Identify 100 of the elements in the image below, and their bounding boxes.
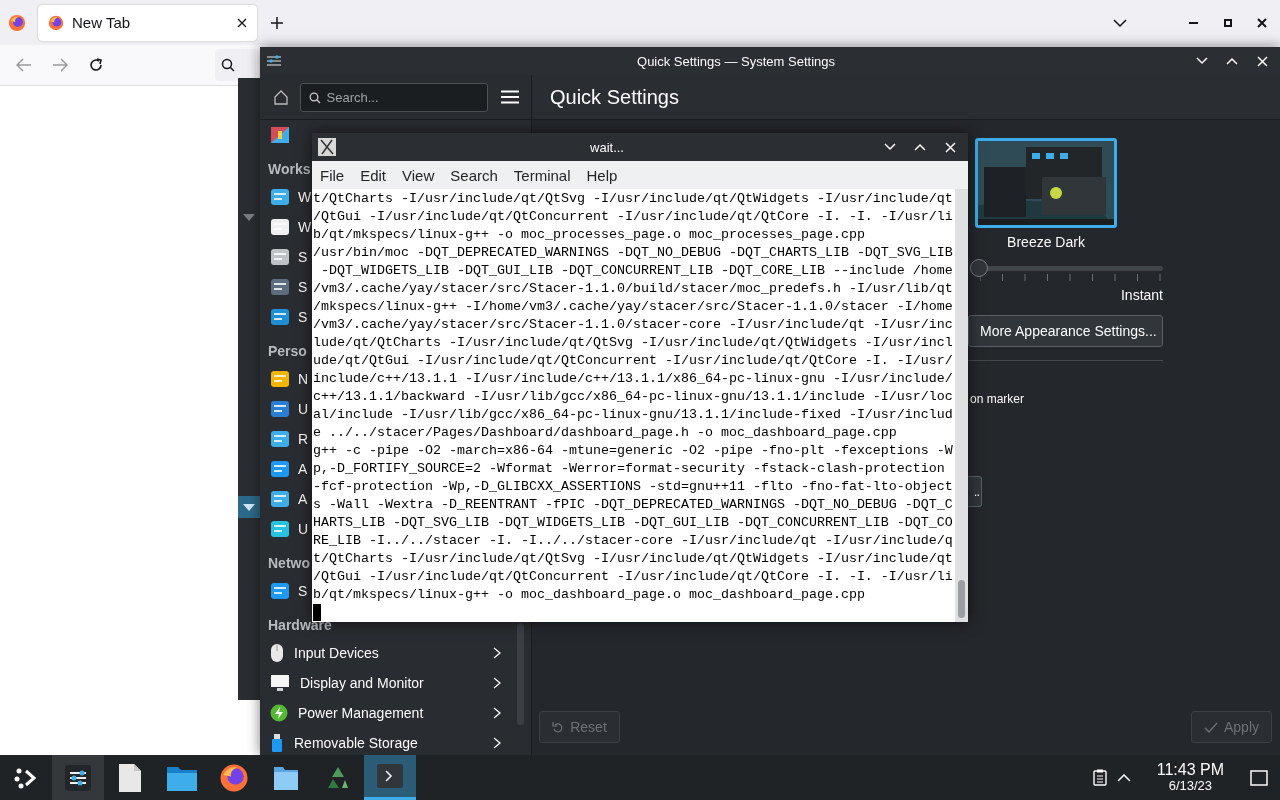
back-arrow-icon (16, 58, 32, 72)
chevron-down-icon (884, 143, 896, 151)
category-icon (270, 278, 290, 296)
sliders-icon (64, 763, 92, 792)
sidebar-item[interactable]: A (260, 484, 308, 514)
sidebar-item[interactable]: Removable Storage (260, 728, 531, 755)
dropdown-button[interactable] (238, 496, 260, 518)
firefox-icon (219, 762, 249, 793)
sidebar-item[interactable]: W (260, 182, 312, 212)
caret-up-icon[interactable] (1116, 773, 1131, 782)
check-icon (1204, 721, 1218, 733)
category-icon (270, 400, 290, 418)
terminal-line: -DQT_WIDGETS_LIB -DQT_GUI_LIB -DQT_CONCURRENT_LIB -DQT_CORE_LIB --include /home (320, 262, 954, 280)
terminal-line: t/QtCharts -I/usr/include/qt/QtSvg -I/usr/include/qt/QtWidgets -I/usr/include/qt (313, 550, 954, 568)
terminal-line: HARTS_LIB -DQT_SVG_LIB -DQT_WIDGETS_LIB -DQT_GUI_LIB -DQT_CONCURRENT_LIB -DQT_CO (313, 514, 954, 532)
show-desktop-icon[interactable] (1250, 769, 1268, 786)
menu-icon (501, 90, 520, 104)
firefox-icon (8, 13, 26, 32)
sidebar-item[interactable]: N (260, 364, 309, 394)
terminal-line: -fcf-protection -Wp,-D_GLIBCXX_ASSERTIONS -std=gnu++11 -flto -fno-fat-lto-object (313, 478, 954, 496)
plus-icon (270, 15, 284, 30)
scrollbar[interactable] (517, 623, 524, 725)
scrollbar-thumb[interactable] (958, 580, 965, 618)
terminal-line: s -Wall -Wextra -D_REENTRANT -fPIC -DQT_DEPRECATED_WARNINGS -DQT_NO_DEBUG -DQT_C (313, 496, 954, 514)
close-icon (944, 141, 956, 153)
terminal-line: ude/qt/QtGui -I/usr/include/qt/QtConcurrent -I/usr/include/qt/QtCore -I. -I/usr/ (313, 352, 954, 370)
sidebar-item[interactable]: A (260, 454, 308, 484)
sidebar-item[interactable]: U (260, 394, 309, 424)
document-icon (118, 762, 142, 793)
browser-tab[interactable]: New Tab (38, 4, 257, 41)
sidebar-item[interactable]: U (260, 514, 309, 544)
slider-thumb[interactable] (970, 259, 988, 277)
lightning-icon (270, 704, 288, 722)
terminal-line: /QtGui -I/usr/include/qt/QtConcurrent -I/usr/include/qt/QtCore -I. -I. -I/usr/li (313, 568, 954, 586)
caret-down-icon (243, 213, 255, 221)
terminal-line: e ../../stacer/Pages/Dashboard/dashboard_page.h -o moc_dashboard_page.cpp (313, 424, 898, 442)
sidebar-item[interactable]: Power Management (260, 698, 531, 728)
chevron-up-icon (914, 143, 926, 151)
sliders-icon (266, 54, 282, 68)
option-button[interactable]: .. (968, 476, 982, 507)
terminal-line: /vm3/.cache/yay/stacer/src/Stacer-1.1.0/stacer-core -I/usr/include/qt -I/usr/inc (313, 316, 954, 334)
home-icon (272, 89, 289, 105)
url-field[interactable] (215, 49, 256, 81)
page-title: Quick Settings (532, 75, 1280, 120)
caret-down-icon (243, 503, 255, 511)
menu-item[interactable]: Terminal (507, 166, 577, 184)
category-icon (270, 370, 290, 388)
close-icon[interactable] (237, 17, 247, 28)
section-heading: Netwo (267, 554, 311, 572)
category-icon (270, 582, 290, 600)
sidebar-item[interactable]: R (260, 424, 309, 454)
close-icon (1257, 17, 1267, 28)
sidebar-item[interactable]: S (260, 302, 308, 332)
clock[interactable]: 11:43 PM 6/13/23 (1140, 761, 1240, 794)
sidebar-item[interactable]: S (260, 576, 308, 606)
slider-track[interactable] (968, 258, 1163, 280)
setting-label: on marker (970, 392, 1026, 406)
undo-icon (552, 721, 565, 733)
taskbar-button[interactable] (52, 755, 104, 800)
section-heading: Hardware (267, 616, 333, 634)
terminal-line: al/include -I/usr/lib/gcc/x86_64-pc-linux-gnu/13.1.1/include-fixed -I/usr/includ (313, 406, 954, 424)
clipboard-icon[interactable] (1092, 769, 1107, 786)
category-icon (270, 430, 290, 448)
search-field[interactable]: Search... (299, 82, 488, 112)
theme-name: Breeze Dark (1006, 234, 1086, 250)
terminal-line: /mkspecs/linux-g++ -I/home/vm3/.cache/yay/stacer/src/Stacer-1.1.0/stacer -I/home (313, 298, 954, 316)
maximize-icon (1224, 18, 1232, 27)
close-icon (1256, 55, 1268, 67)
window-title: Quick Settings — System Settings (636, 53, 836, 69)
usb-drive-icon (270, 733, 284, 753)
text-cursor (313, 604, 321, 621)
window-title: wait... (589, 139, 625, 155)
section-heading: Perso (267, 342, 308, 360)
sidebar-item[interactable]: Input Devices (260, 638, 531, 668)
chevron-down-icon (1113, 18, 1127, 27)
menu-item[interactable]: Edit (354, 166, 393, 184)
search-icon (308, 91, 321, 104)
section-heading: Works (267, 160, 312, 178)
terminal-line: b/qt/mkspecs/linux-g++ -o moc_dashboard_page.o moc_dashboard_page.cpp (313, 586, 866, 604)
category-icon (270, 218, 290, 236)
slider-label: Instant (1119, 287, 1163, 303)
sidebar-item[interactable]: Display and Monitor (260, 668, 531, 698)
firefox-icon (48, 14, 64, 31)
terminal-line: t/QtCharts -I/usr/include/qt/QtSvg -I/usr/include/qt/QtWidgets -I/usr/include/qt (313, 190, 954, 208)
terminal-line: b/qt/mkspecs/linux-g++ -o moc_processes_page.o moc_processes_page.cpp (313, 226, 866, 244)
terminal-line: /vm3/.cache/yay/stacer/src/Stacer-1.1.0/build/stacer/moc_predefs.h -I/usr/lib/qt (313, 280, 954, 298)
reload-icon (88, 57, 104, 73)
menu-item[interactable]: Search (444, 166, 504, 184)
menu-item[interactable]: View (396, 166, 441, 184)
more-appearance-button[interactable]: More Appearance Settings... (968, 315, 1163, 347)
terminal-line: lude/qt/QtCharts -I/usr/include/qt/QtSvg -I/usr/include/qt/QtWidgets -I/usr/incl (313, 334, 954, 352)
category-icon (270, 248, 290, 266)
menu-item[interactable]: Help (580, 166, 624, 184)
terminal-line: /QtGui -I/usr/include/qt/QtConcurrent -I/usr/include/qt/QtCore -I. -I. -I/usr/li (313, 208, 954, 226)
sidebar-item[interactable]: W (260, 212, 312, 242)
sidebar-item[interactable]: S (260, 272, 308, 302)
terminal-line: include/c++/13.1.1 -I/usr/include/c++/13.1.1/x86_64-pc-linux-gnu -I/usr/include/ (313, 370, 954, 388)
menu-item[interactable]: File (314, 166, 351, 184)
sidebar-item[interactable]: S (260, 242, 308, 272)
category-icon (270, 188, 290, 206)
